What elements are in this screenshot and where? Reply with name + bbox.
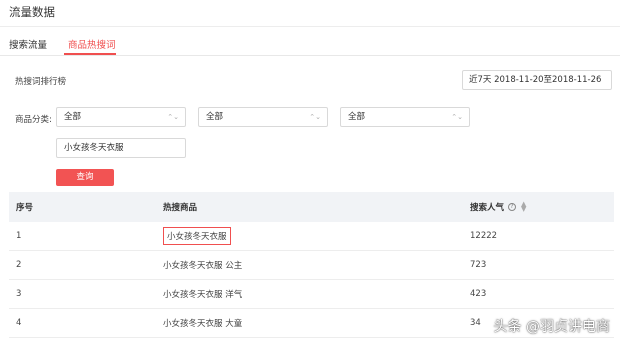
chevron-updown-icon: ⌃⌄ bbox=[451, 113, 463, 121]
watermark: 头条 @羽贞讲电商 bbox=[493, 319, 610, 335]
category-select-level3[interactable]: 全部 ⌃⌄ bbox=[340, 107, 470, 127]
row-popularity: 723 bbox=[470, 260, 487, 270]
category-select-level1[interactable]: 全部 ⌃⌄ bbox=[56, 107, 186, 127]
query-button[interactable]: 查询 bbox=[56, 169, 114, 186]
row-rank: 2 bbox=[16, 260, 22, 270]
tab-search-traffic[interactable]: 搜索流量 bbox=[9, 37, 47, 51]
help-icon[interactable]: ? bbox=[508, 203, 517, 211]
title-divider bbox=[0, 26, 620, 27]
category-label: 商品分类: bbox=[15, 115, 52, 125]
table-row: 2 小女孩冬天衣服 公主 723 bbox=[9, 251, 614, 280]
header-popularity-label: 搜索人气 bbox=[470, 203, 505, 213]
row-popularity: 12222 bbox=[470, 231, 498, 241]
table-row: 1 小女孩冬天衣服 12222 bbox=[9, 222, 614, 251]
product-keyword-link[interactable]: 小女孩冬天衣服 洋气 bbox=[163, 280, 242, 308]
tab-product-hot-keywords[interactable]: 商品热搜词 bbox=[68, 37, 116, 51]
header-rank: 序号 bbox=[16, 203, 34, 213]
chevron-updown-icon: ⌃⌄ bbox=[167, 113, 179, 121]
date-range-value: 近7天 2018-11-20至2018-11-26 bbox=[469, 75, 602, 85]
row-rank: 3 bbox=[16, 289, 22, 299]
sort-icon[interactable]: ▲ ▼ bbox=[521, 201, 526, 213]
tabs-divider bbox=[0, 55, 620, 56]
product-keyword-link[interactable]: 小女孩冬天衣服 公主 bbox=[163, 251, 242, 279]
date-range-select[interactable]: 近7天 2018-11-20至2018-11-26 bbox=[462, 70, 612, 90]
header-popularity[interactable]: 搜索人气 ? ▲ ▼ bbox=[470, 192, 526, 222]
table-header: 序号 热搜商品 搜索人气 ? ▲ ▼ bbox=[9, 192, 614, 222]
ranking-label: 热搜词排行榜 bbox=[15, 77, 67, 87]
table-row: 3 小女孩冬天衣服 洋气 423 bbox=[9, 280, 614, 309]
product-keyword-link[interactable]: 小女孩冬天衣服 大童 bbox=[163, 309, 242, 337]
row-rank: 4 bbox=[16, 318, 22, 328]
product-keyword-link[interactable]: 小女孩冬天衣服 bbox=[163, 227, 231, 245]
row-product[interactable]: 小女孩冬天衣服 bbox=[163, 222, 231, 250]
row-popularity: 34 bbox=[470, 318, 481, 328]
chevron-updown-icon: ⌃⌄ bbox=[309, 113, 321, 121]
row-rank: 1 bbox=[16, 231, 22, 241]
header-product: 热搜商品 bbox=[163, 203, 198, 213]
select-value: 全部 bbox=[348, 112, 366, 122]
select-value: 全部 bbox=[64, 112, 82, 122]
row-popularity: 423 bbox=[470, 289, 487, 299]
select-value: 全部 bbox=[206, 112, 224, 122]
page-title: 流量数据 bbox=[9, 5, 55, 19]
keyword-input[interactable]: 小女孩冬天衣服 bbox=[56, 138, 186, 158]
category-select-level2[interactable]: 全部 ⌃⌄ bbox=[198, 107, 328, 127]
